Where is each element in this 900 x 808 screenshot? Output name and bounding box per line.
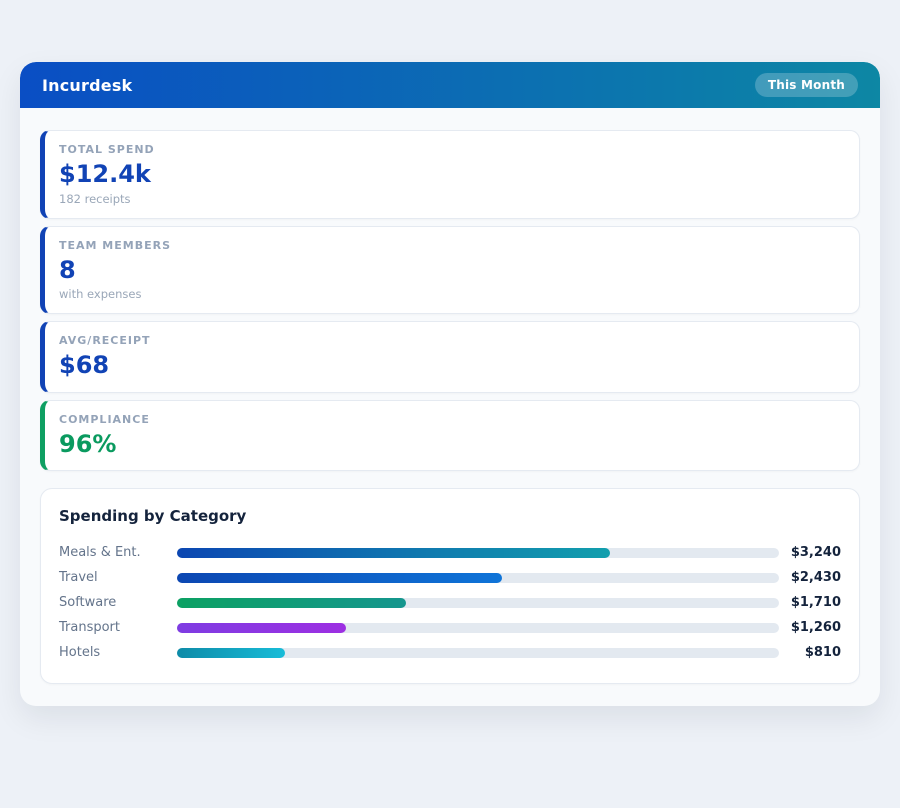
- bar-fill: [177, 548, 610, 558]
- stat-card: COMPLIANCE 96%: [40, 400, 860, 472]
- bar-track: [177, 548, 779, 558]
- stat-subtext: 182 receipts: [59, 192, 843, 206]
- period-badge[interactable]: This Month: [755, 73, 858, 97]
- chart-row: Software $1,710: [59, 590, 841, 615]
- category-value: $1,260: [779, 620, 841, 635]
- stat-label: TEAM MEMBERS: [59, 239, 843, 252]
- category-label: Meals & Ent.: [59, 545, 177, 560]
- chart-rows: Meals & Ent. $3,240 Travel $2,430 Softwa…: [59, 540, 841, 665]
- chart-row: Travel $2,430: [59, 565, 841, 590]
- category-label: Hotels: [59, 645, 177, 660]
- bar-fill: [177, 573, 502, 583]
- app-title: Incurdesk: [42, 76, 132, 95]
- stat-card: TEAM MEMBERS 8 with expenses: [40, 226, 860, 315]
- stat-value: $68: [59, 352, 843, 380]
- stat-label: TOTAL SPEND: [59, 143, 843, 156]
- chart-row: Transport $1,260: [59, 615, 841, 640]
- dashboard-container: Incurdesk This Month TOTAL SPEND $12.4k …: [20, 62, 880, 706]
- stat-value: $12.4k: [59, 161, 843, 189]
- bar-track: [177, 598, 779, 608]
- stat-label: COMPLIANCE: [59, 413, 843, 426]
- stat-subtext: with expenses: [59, 287, 843, 301]
- app-header: Incurdesk This Month: [20, 62, 880, 108]
- stat-value: 96%: [59, 431, 843, 459]
- category-value: $2,430: [779, 570, 841, 585]
- bar-fill: [177, 598, 406, 608]
- category-value: $3,240: [779, 545, 841, 560]
- bar-track: [177, 623, 779, 633]
- spending-chart-card: Spending by Category Meals & Ent. $3,240…: [40, 488, 860, 684]
- bar-fill: [177, 623, 346, 633]
- chart-row: Hotels $810: [59, 640, 841, 665]
- stat-card: TOTAL SPEND $12.4k 182 receipts: [40, 130, 860, 219]
- bar-track: [177, 573, 779, 583]
- dashboard-body: TOTAL SPEND $12.4k 182 receipts TEAM MEM…: [20, 108, 880, 706]
- bar-track: [177, 648, 779, 658]
- category-label: Travel: [59, 570, 177, 585]
- stats-section: TOTAL SPEND $12.4k 182 receipts TEAM MEM…: [40, 130, 860, 471]
- bar-fill: [177, 648, 285, 658]
- stat-card: AVG/RECEIPT $68: [40, 321, 860, 393]
- chart-title: Spending by Category: [59, 507, 841, 525]
- category-label: Software: [59, 595, 177, 610]
- category-value: $810: [779, 645, 841, 660]
- category-value: $1,710: [779, 595, 841, 610]
- chart-row: Meals & Ent. $3,240: [59, 540, 841, 565]
- stat-label: AVG/RECEIPT: [59, 334, 843, 347]
- category-label: Transport: [59, 620, 177, 635]
- stat-value: 8: [59, 257, 843, 285]
